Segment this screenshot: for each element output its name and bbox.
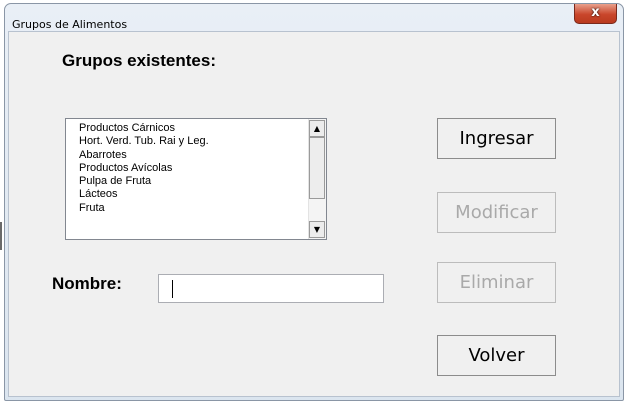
list-item[interactable]: Abarrotes	[79, 149, 209, 162]
list-scrollbar[interactable]: ▲ ▼	[308, 119, 326, 239]
groups-heading: Grupos existentes:	[62, 51, 216, 70]
volver-button[interactable]: Volver	[437, 335, 556, 376]
list-item[interactable]: Lácteos	[79, 188, 209, 201]
groups-list: Productos Cárnicos Hort. Verd. Tub. Rai …	[79, 122, 209, 215]
list-item[interactable]: Hort. Verd. Tub. Rai y Leg.	[79, 135, 209, 148]
ingresar-button[interactable]: Ingresar	[437, 118, 556, 159]
close-icon[interactable]: x	[574, 4, 617, 24]
modificar-button[interactable]: Modificar	[437, 192, 556, 233]
name-input[interactable]	[158, 274, 384, 303]
scroll-up-arrow-icon[interactable]: ▲	[309, 120, 325, 137]
list-item[interactable]: Fruta	[79, 202, 209, 215]
window-title: Grupos de Alimentos	[12, 18, 128, 31]
groups-listbox[interactable]: Productos Cárnicos Hort. Verd. Tub. Rai …	[65, 118, 327, 240]
desktop-edge	[0, 222, 2, 250]
text-caret	[172, 280, 173, 298]
list-item[interactable]: Productos Cárnicos	[79, 122, 209, 135]
scroll-down-arrow-icon[interactable]: ▼	[309, 221, 325, 238]
eliminar-button[interactable]: Eliminar	[437, 262, 556, 303]
scroll-thumb[interactable]	[309, 137, 325, 199]
list-item[interactable]: Productos Avícolas	[79, 162, 209, 175]
name-label: Nombre:	[52, 274, 122, 293]
list-item[interactable]: Pulpa de Fruta	[79, 175, 209, 188]
